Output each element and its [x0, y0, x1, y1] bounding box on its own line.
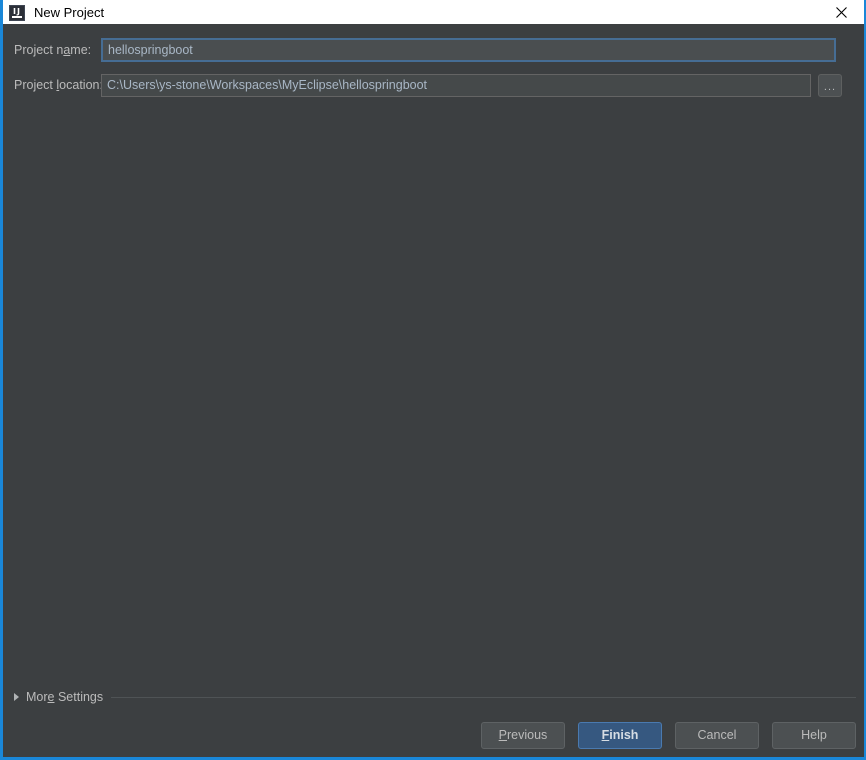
cancel-button[interactable]: Cancel: [675, 721, 759, 749]
project-name-input[interactable]: hellospringboot: [101, 38, 836, 62]
dialog-content: Project name: hellospringboot Project lo…: [3, 24, 864, 757]
more-settings-separator: [111, 696, 856, 698]
intellij-idea-icon: IJ: [9, 4, 25, 21]
new-project-dialog: IJ New Project Project name: hellospring…: [0, 0, 866, 760]
dialog-button-bar: Previous Finish Cancel Help: [3, 720, 864, 750]
chevron-right-icon: [14, 693, 19, 701]
project-name-row: Project name: hellospringboot: [3, 38, 864, 62]
previous-button[interactable]: Previous: [481, 721, 565, 749]
project-location-row: Project location: C:\Users\ys-stone\Work…: [3, 73, 864, 97]
more-settings-label: More Settings: [26, 690, 104, 704]
project-name-label: Project name:: [14, 43, 92, 57]
titlebar[interactable]: IJ New Project: [3, 1, 864, 24]
close-icon: [836, 7, 847, 18]
window-title: New Project: [34, 4, 105, 20]
help-button[interactable]: Help: [772, 721, 856, 749]
browse-location-button[interactable]: ...: [818, 73, 842, 97]
project-location-input[interactable]: C:\Users\ys-stone\Workspaces\MyEclipse\h…: [101, 73, 811, 97]
more-settings-section[interactable]: More Settings: [3, 688, 864, 706]
finish-button[interactable]: Finish: [578, 721, 662, 749]
close-button[interactable]: [819, 1, 864, 24]
project-location-label: Project location:: [14, 78, 103, 92]
